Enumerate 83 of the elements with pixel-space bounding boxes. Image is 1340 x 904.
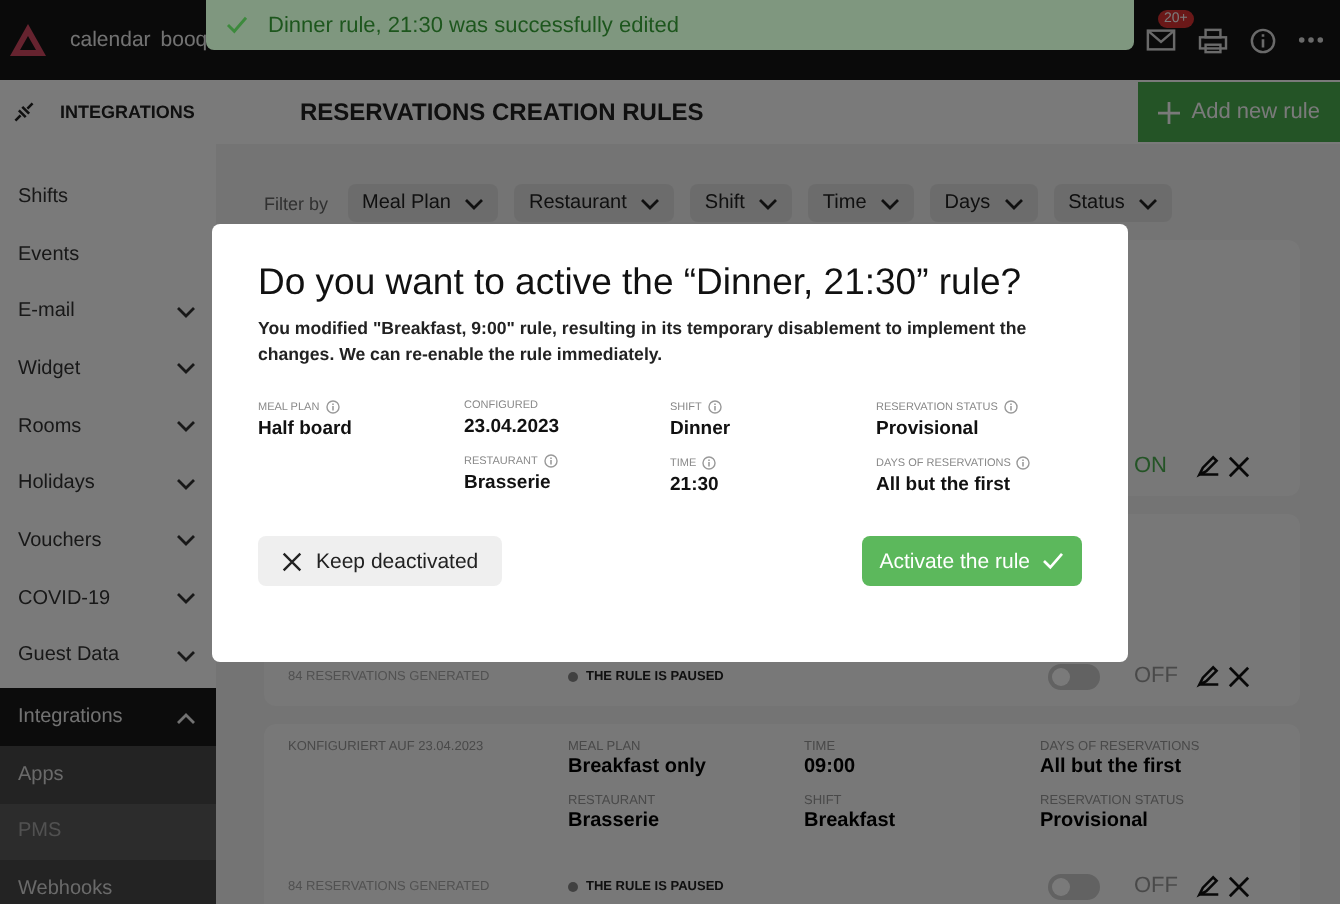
filter-dropdown[interactable]: Status <box>1054 184 1173 222</box>
sidebar-item[interactable]: Shifts <box>0 168 216 226</box>
filter-dropdown[interactable]: Restaurant <box>514 184 675 222</box>
dialog-description: You modified "Breakfast, 9:00" rule, resulting in its temporary disablement to implement the changes. We can re-enable the rule immediately. <box>258 316 1029 368</box>
mail-icon[interactable] <box>1146 28 1176 52</box>
field-value: 09:00 <box>804 756 858 778</box>
chevron-down-icon <box>176 305 196 318</box>
filter-dropdown[interactable]: Time <box>808 184 915 222</box>
logo-icon <box>8 22 48 58</box>
filter-dropdown[interactable]: Shift <box>690 184 793 222</box>
sidebar-item[interactable]: Integrations <box>0 688 216 746</box>
delete-icon[interactable] <box>1228 455 1250 477</box>
plug-icon <box>12 100 36 124</box>
sidebar-item[interactable]: Rooms <box>0 397 216 455</box>
more-icon[interactable] <box>1298 36 1324 44</box>
dialog-title: Do you want to active the “Dinner, 21:30” rule? <box>258 260 1024 304</box>
add-rule-button[interactable]: Add new rule <box>1137 82 1340 142</box>
checkmark-icon <box>1042 552 1064 570</box>
field-value: All but the first <box>876 474 1013 496</box>
toast-message: Dinner rule, 21:30 was successfully edited <box>268 13 679 37</box>
info-icon <box>1003 400 1018 414</box>
sidebar-item[interactable]: COVID-19 <box>0 569 216 627</box>
chevron-down-icon <box>758 197 779 209</box>
close-icon <box>282 551 302 571</box>
chevron-down-icon <box>176 477 196 490</box>
plus-icon <box>1157 101 1180 123</box>
chevron-down-icon <box>640 197 661 209</box>
activate-rule-button[interactable]: Activate the rule <box>861 536 1082 586</box>
chevron-down-icon <box>880 197 901 209</box>
sidebar-item[interactable]: Widget <box>0 340 216 398</box>
delete-icon[interactable] <box>1228 875 1250 897</box>
info-icon <box>1016 456 1031 470</box>
delete-icon[interactable] <box>1228 665 1250 687</box>
printer-icon[interactable] <box>1198 27 1228 53</box>
field-value: Dinner <box>670 418 733 440</box>
chevron-down-icon <box>176 649 196 662</box>
field-value: All but the first <box>1040 756 1184 778</box>
status-dot <box>568 671 578 681</box>
section-title: INTEGRATIONS <box>60 102 195 122</box>
field-value: Provisional <box>876 418 981 440</box>
toggle-switch[interactable] <box>1048 873 1100 899</box>
chevron-down-icon <box>176 534 196 547</box>
field-value: Half board <box>258 418 354 440</box>
sidebar-item[interactable]: Vouchers <box>0 512 216 570</box>
field-value: Provisional <box>1040 810 1150 832</box>
chevron-down-icon <box>176 592 196 605</box>
sidebar-item[interactable]: Events <box>0 225 216 283</box>
info-icon <box>325 400 340 414</box>
checkmark-icon <box>226 16 248 34</box>
field-value: Brasserie <box>464 472 553 494</box>
chevron-down-icon <box>176 362 196 375</box>
filter-label: Filter by <box>264 193 329 213</box>
chevron-down-icon <box>1004 197 1025 209</box>
toggle-label: ON <box>1134 454 1167 478</box>
info-icon <box>702 456 717 470</box>
filter-dropdown[interactable]: Meal Plan <box>348 184 499 222</box>
sidebar-subitem[interactable]: Webhooks <box>0 860 216 904</box>
brand-name: calendar <box>70 28 151 52</box>
info-icon[interactable] <box>1250 27 1276 53</box>
chevron-up-icon <box>176 711 196 724</box>
info-icon <box>707 400 722 414</box>
info-icon <box>543 454 558 468</box>
field-value: Breakfast <box>804 810 898 832</box>
sidebar-item[interactable]: Holidays <box>0 454 216 513</box>
chevron-down-icon <box>1138 197 1159 209</box>
sidebar-item[interactable]: E-mail <box>0 282 216 341</box>
brand-name: booq <box>160 28 208 52</box>
field-value: Brasserie <box>568 810 662 832</box>
status-dot <box>568 881 578 891</box>
chevron-down-icon <box>464 197 485 209</box>
edit-icon[interactable] <box>1196 874 1220 898</box>
sidebar-item[interactable]: Guest Data <box>0 627 216 685</box>
field-value: 23.04.2023 <box>464 416 562 438</box>
field-value: 21:30 <box>670 474 721 496</box>
page-title: RESERVATIONS CREATION RULES <box>300 98 704 126</box>
filter-dropdown[interactable]: Days <box>930 184 1039 222</box>
edit-icon[interactable] <box>1196 664 1220 688</box>
edit-icon[interactable] <box>1196 454 1220 478</box>
keep-deactivated-button[interactable]: Keep deactivated <box>258 536 503 586</box>
toggle-switch[interactable] <box>1048 663 1100 689</box>
sidebar-subitem[interactable]: Apps <box>0 745 216 804</box>
field-value: Breakfast only <box>568 756 708 778</box>
chevron-down-icon <box>176 420 196 433</box>
